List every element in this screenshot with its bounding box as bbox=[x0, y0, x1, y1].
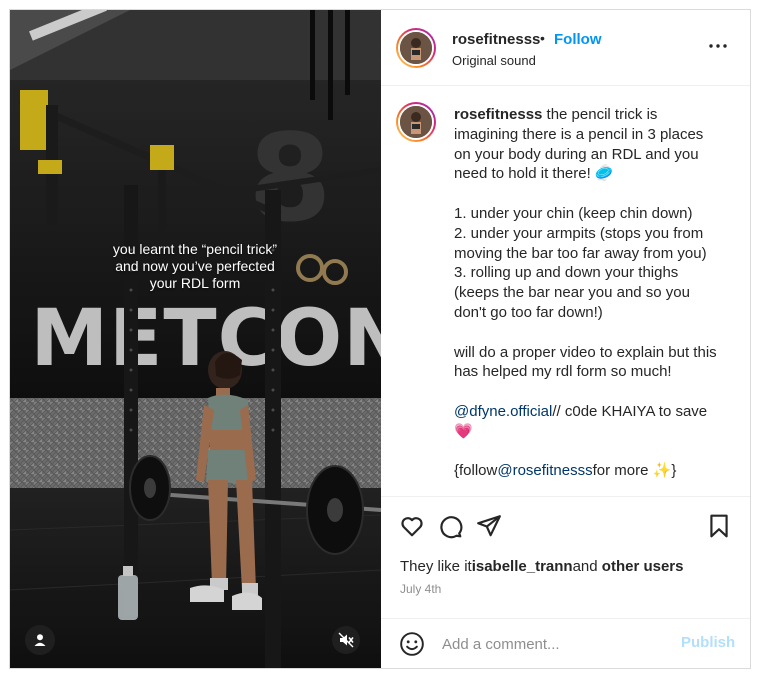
overlay-line: your RDL form bbox=[149, 275, 241, 291]
comment-icon[interactable] bbox=[437, 513, 463, 539]
likes-mid: and bbox=[572, 558, 602, 575]
mute-toggle-button[interactable] bbox=[332, 626, 360, 654]
overlay-line: you learnt the “pencil trick” bbox=[112, 241, 278, 257]
post-caption: rosefitnesss the pencil trick is imagini… bbox=[454, 105, 724, 481]
bookmark-icon[interactable] bbox=[706, 513, 732, 539]
overlay-line: and now you’ve perfected bbox=[115, 258, 275, 274]
author-avatar[interactable] bbox=[396, 28, 436, 68]
publish-button[interactable]: Publish bbox=[681, 634, 735, 651]
author-username[interactable]: rosefitnesss bbox=[452, 31, 540, 48]
post-date[interactable]: July 4th bbox=[400, 582, 441, 596]
mention-link[interactable]: @dfyne.official bbox=[454, 403, 552, 420]
add-comment-bar: Publish bbox=[381, 618, 750, 668]
caption-username[interactable]: rosefitnesss bbox=[454, 106, 542, 123]
user-tag-icon bbox=[34, 634, 46, 646]
caption-text: the pencil trick is imagining there is a… bbox=[454, 106, 717, 381]
caption-text: for more ✨} bbox=[592, 462, 677, 480]
caption-avatar-image bbox=[400, 106, 432, 138]
separator-dot: • bbox=[540, 30, 545, 46]
comments-scroll-area[interactable]: rosefitnesss the pencil trick is imagini… bbox=[381, 86, 750, 496]
post-card: 8 METCON you learnt the “pencil trick” a… bbox=[9, 9, 751, 669]
post-header: rosefitnesss • Follow Original sound bbox=[381, 10, 750, 86]
other-likers-link[interactable]: other users bbox=[602, 558, 684, 575]
share-icon[interactable] bbox=[476, 513, 502, 539]
author-avatar-image bbox=[400, 32, 432, 64]
heart-icon[interactable] bbox=[399, 513, 425, 539]
more-options-icon[interactable] bbox=[706, 34, 730, 58]
likes-prefix: They like it bbox=[400, 558, 472, 575]
liker-username[interactable]: isabelle_trann bbox=[472, 558, 573, 575]
video-overlay-caption: you learnt the “pencil trick” and now yo… bbox=[70, 241, 320, 292]
post-video[interactable]: 8 METCON you learnt the “pencil trick” a… bbox=[10, 10, 381, 668]
post-actions: They like itisabelle_trannand other user… bbox=[381, 496, 750, 619]
follow-button[interactable]: Follow bbox=[554, 31, 602, 48]
emoji-icon[interactable] bbox=[399, 631, 425, 657]
likes-summary[interactable]: They like itisabelle_trannand other user… bbox=[400, 558, 684, 575]
caption-author-avatar[interactable] bbox=[396, 102, 436, 142]
audio-label[interactable]: Original sound bbox=[452, 53, 536, 68]
tagged-users-button[interactable] bbox=[25, 625, 55, 655]
gym-scene-image: 8 METCON bbox=[10, 10, 381, 668]
muted-speaker-icon bbox=[338, 632, 354, 648]
post-details-panel: rosefitnesss • Follow Original sound ros… bbox=[381, 10, 750, 668]
comment-input[interactable] bbox=[442, 632, 662, 656]
mention-link[interactable]: @rosefitnesss bbox=[497, 462, 592, 479]
